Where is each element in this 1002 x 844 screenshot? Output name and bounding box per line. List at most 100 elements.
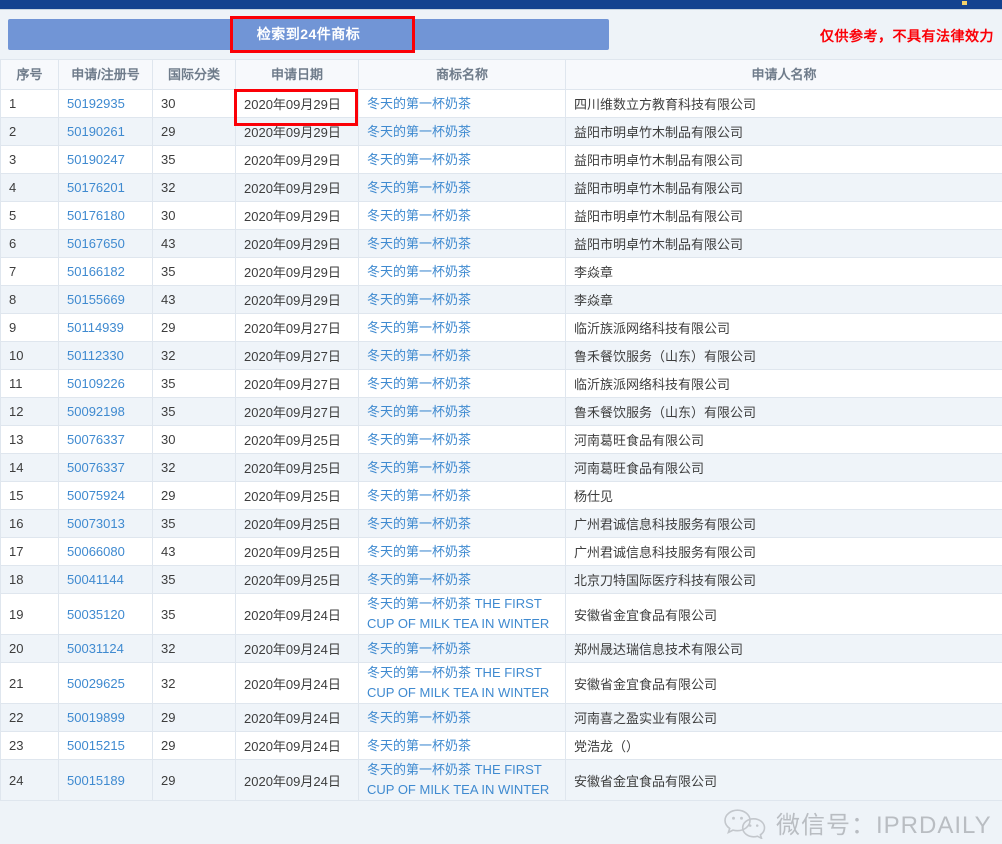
cell-application-no[interactable]: 50041144 [58, 565, 153, 594]
cell-trademark-name[interactable]: 冬天的第一杯奶茶 [358, 481, 566, 510]
cell-application-no[interactable]: 50029625 [58, 662, 153, 704]
cell-application-no-link[interactable]: 50166182 [67, 264, 125, 279]
cell-application-no[interactable]: 50190247 [58, 145, 153, 174]
cell-trademark-name[interactable]: 冬天的第一杯奶茶 THE FIRST CUP OF MILK TEA IN WI… [358, 593, 566, 635]
cell-trademark-name[interactable]: 冬天的第一杯奶茶 [358, 369, 566, 398]
cell-trademark-name-link[interactable]: 冬天的第一杯奶茶 [367, 708, 557, 728]
cell-application-no-link[interactable]: 50155669 [67, 292, 125, 307]
cell-application-no-link[interactable]: 50041144 [67, 572, 124, 587]
cell-application-no[interactable]: 50076337 [58, 425, 153, 454]
cell-trademark-name[interactable]: 冬天的第一杯奶茶 [358, 509, 566, 538]
cell-application-no[interactable]: 50015189 [58, 759, 153, 801]
cell-trademark-name-link[interactable]: 冬天的第一杯奶茶 [367, 570, 557, 590]
cell-trademark-name[interactable]: 冬天的第一杯奶茶 [358, 285, 566, 314]
cell-trademark-name-link[interactable]: 冬天的第一杯奶茶 [367, 542, 557, 562]
cell-trademark-name-link[interactable]: 冬天的第一杯奶茶 [367, 94, 557, 114]
cell-application-no-link[interactable]: 50076337 [67, 460, 125, 475]
cell-trademark-name-link[interactable]: 冬天的第一杯奶茶 [367, 178, 557, 198]
cell-application-no[interactable]: 50192935 [58, 89, 153, 118]
cell-trademark-name[interactable]: 冬天的第一杯奶茶 [358, 173, 566, 202]
cell-trademark-name[interactable]: 冬天的第一杯奶茶 [358, 453, 566, 482]
column-header-app-no[interactable]: 申请/注册号 [58, 59, 153, 90]
cell-application-no-link[interactable]: 50192935 [67, 96, 125, 111]
cell-application-no[interactable]: 50176180 [58, 201, 153, 230]
cell-trademark-name[interactable]: 冬天的第一杯奶茶 [358, 145, 566, 174]
cell-trademark-name-link[interactable]: 冬天的第一杯奶茶 THE FIRST CUP OF MILK TEA IN WI… [367, 594, 557, 634]
cell-trademark-name-link[interactable]: 冬天的第一杯奶茶 [367, 262, 557, 282]
cell-trademark-name[interactable]: 冬天的第一杯奶茶 THE FIRST CUP OF MILK TEA IN WI… [358, 759, 566, 801]
cell-application-no-link[interactable]: 50015189 [67, 773, 125, 788]
column-header-index[interactable]: 序号 [0, 59, 59, 90]
cell-application-no-link[interactable]: 50066080 [67, 544, 125, 559]
cell-trademark-name-link[interactable]: 冬天的第一杯奶茶 [367, 374, 557, 394]
cell-trademark-name[interactable]: 冬天的第一杯奶茶 [358, 117, 566, 146]
cell-application-no-link[interactable]: 50073013 [67, 516, 125, 531]
cell-trademark-name-link[interactable]: 冬天的第一杯奶茶 [367, 402, 557, 422]
column-header-applicant[interactable]: 申请人名称 [565, 59, 1002, 90]
cell-application-no[interactable]: 50190261 [58, 117, 153, 146]
cell-trademark-name[interactable]: 冬天的第一杯奶茶 [358, 89, 566, 118]
cell-application-no[interactable]: 50066080 [58, 537, 153, 566]
cell-application-no-link[interactable]: 50019899 [67, 710, 125, 725]
cell-trademark-name-link[interactable]: 冬天的第一杯奶茶 [367, 639, 557, 659]
cell-application-no[interactable]: 50073013 [58, 509, 153, 538]
cell-application-no-link[interactable]: 50076337 [67, 432, 125, 447]
cell-application-no[interactable]: 50015215 [58, 731, 153, 760]
cell-trademark-name-link[interactable]: 冬天的第一杯奶茶 [367, 290, 557, 310]
cell-trademark-name[interactable]: 冬天的第一杯奶茶 [358, 201, 566, 230]
cell-trademark-name[interactable]: 冬天的第一杯奶茶 [358, 703, 566, 732]
cell-trademark-name-link[interactable]: 冬天的第一杯奶茶 THE FIRST CUP OF MILK TEA IN WI… [367, 760, 557, 800]
cell-application-no-link[interactable]: 50114939 [67, 320, 124, 335]
cell-application-no[interactable]: 50166182 [58, 257, 153, 286]
cell-application-no[interactable]: 50167650 [58, 229, 153, 258]
cell-trademark-name-link[interactable]: 冬天的第一杯奶茶 [367, 458, 557, 478]
cell-trademark-name-link[interactable]: 冬天的第一杯奶茶 [367, 346, 557, 366]
cell-trademark-name[interactable]: 冬天的第一杯奶茶 THE FIRST CUP OF MILK TEA IN WI… [358, 662, 566, 704]
cell-application-no[interactable]: 50019899 [58, 703, 153, 732]
cell-trademark-name[interactable]: 冬天的第一杯奶茶 [358, 397, 566, 426]
cell-application-no-link[interactable]: 50092198 [67, 404, 125, 419]
cell-application-no-link[interactable]: 50109226 [67, 376, 125, 391]
cell-trademark-name-link[interactable]: 冬天的第一杯奶茶 [367, 514, 557, 534]
cell-trademark-name-link[interactable]: 冬天的第一杯奶茶 [367, 318, 557, 338]
cell-application-no[interactable]: 50114939 [58, 313, 153, 342]
cell-application-no-link[interactable]: 50035120 [67, 607, 125, 622]
column-header-tm-name[interactable]: 商标名称 [358, 59, 566, 90]
cell-trademark-name-link[interactable]: 冬天的第一杯奶茶 [367, 122, 557, 142]
cell-trademark-name-link[interactable]: 冬天的第一杯奶茶 [367, 206, 557, 226]
cell-application-no-link[interactable]: 50112330 [67, 348, 124, 363]
cell-trademark-name[interactable]: 冬天的第一杯奶茶 [358, 565, 566, 594]
cell-application-no[interactable]: 50109226 [58, 369, 153, 398]
cell-application-no-link[interactable]: 50031124 [67, 641, 124, 656]
cell-trademark-name[interactable]: 冬天的第一杯奶茶 [358, 313, 566, 342]
cell-application-no-link[interactable]: 50029625 [67, 676, 125, 691]
cell-application-no[interactable]: 50092198 [58, 397, 153, 426]
column-header-app-date[interactable]: 申请日期 [235, 59, 359, 90]
column-header-intl-class[interactable]: 国际分类 [152, 59, 236, 90]
cell-trademark-name-link[interactable]: 冬天的第一杯奶茶 [367, 736, 557, 756]
cell-trademark-name[interactable]: 冬天的第一杯奶茶 [358, 537, 566, 566]
cell-application-no-link[interactable]: 50176180 [67, 208, 125, 223]
cell-trademark-name-link[interactable]: 冬天的第一杯奶茶 [367, 234, 557, 254]
cell-application-no-link[interactable]: 50190261 [67, 124, 125, 139]
cell-application-no[interactable]: 50075924 [58, 481, 153, 510]
cell-application-no[interactable]: 50155669 [58, 285, 153, 314]
cell-trademark-name[interactable]: 冬天的第一杯奶茶 [358, 731, 566, 760]
cell-application-no-link[interactable]: 50190247 [67, 152, 125, 167]
cell-application-no[interactable]: 50176201 [58, 173, 153, 202]
cell-application-no-link[interactable]: 50167650 [67, 236, 125, 251]
cell-application-no-link[interactable]: 50015215 [67, 738, 125, 753]
cell-application-no-link[interactable]: 50075924 [67, 488, 125, 503]
cell-trademark-name[interactable]: 冬天的第一杯奶茶 [358, 341, 566, 370]
cell-trademark-name[interactable]: 冬天的第一杯奶茶 [358, 257, 566, 286]
cell-trademark-name-link[interactable]: 冬天的第一杯奶茶 [367, 150, 557, 170]
cell-application-no[interactable]: 50035120 [58, 593, 153, 635]
cell-application-no[interactable]: 50112330 [58, 341, 153, 370]
cell-application-no[interactable]: 50031124 [58, 634, 153, 663]
cell-trademark-name[interactable]: 冬天的第一杯奶茶 [358, 425, 566, 454]
cell-trademark-name-link[interactable]: 冬天的第一杯奶茶 [367, 430, 557, 450]
cell-application-no[interactable]: 50076337 [58, 453, 153, 482]
cell-trademark-name[interactable]: 冬天的第一杯奶茶 [358, 634, 566, 663]
cell-trademark-name[interactable]: 冬天的第一杯奶茶 [358, 229, 566, 258]
cell-trademark-name-link[interactable]: 冬天的第一杯奶茶 THE FIRST CUP OF MILK TEA IN WI… [367, 663, 557, 703]
